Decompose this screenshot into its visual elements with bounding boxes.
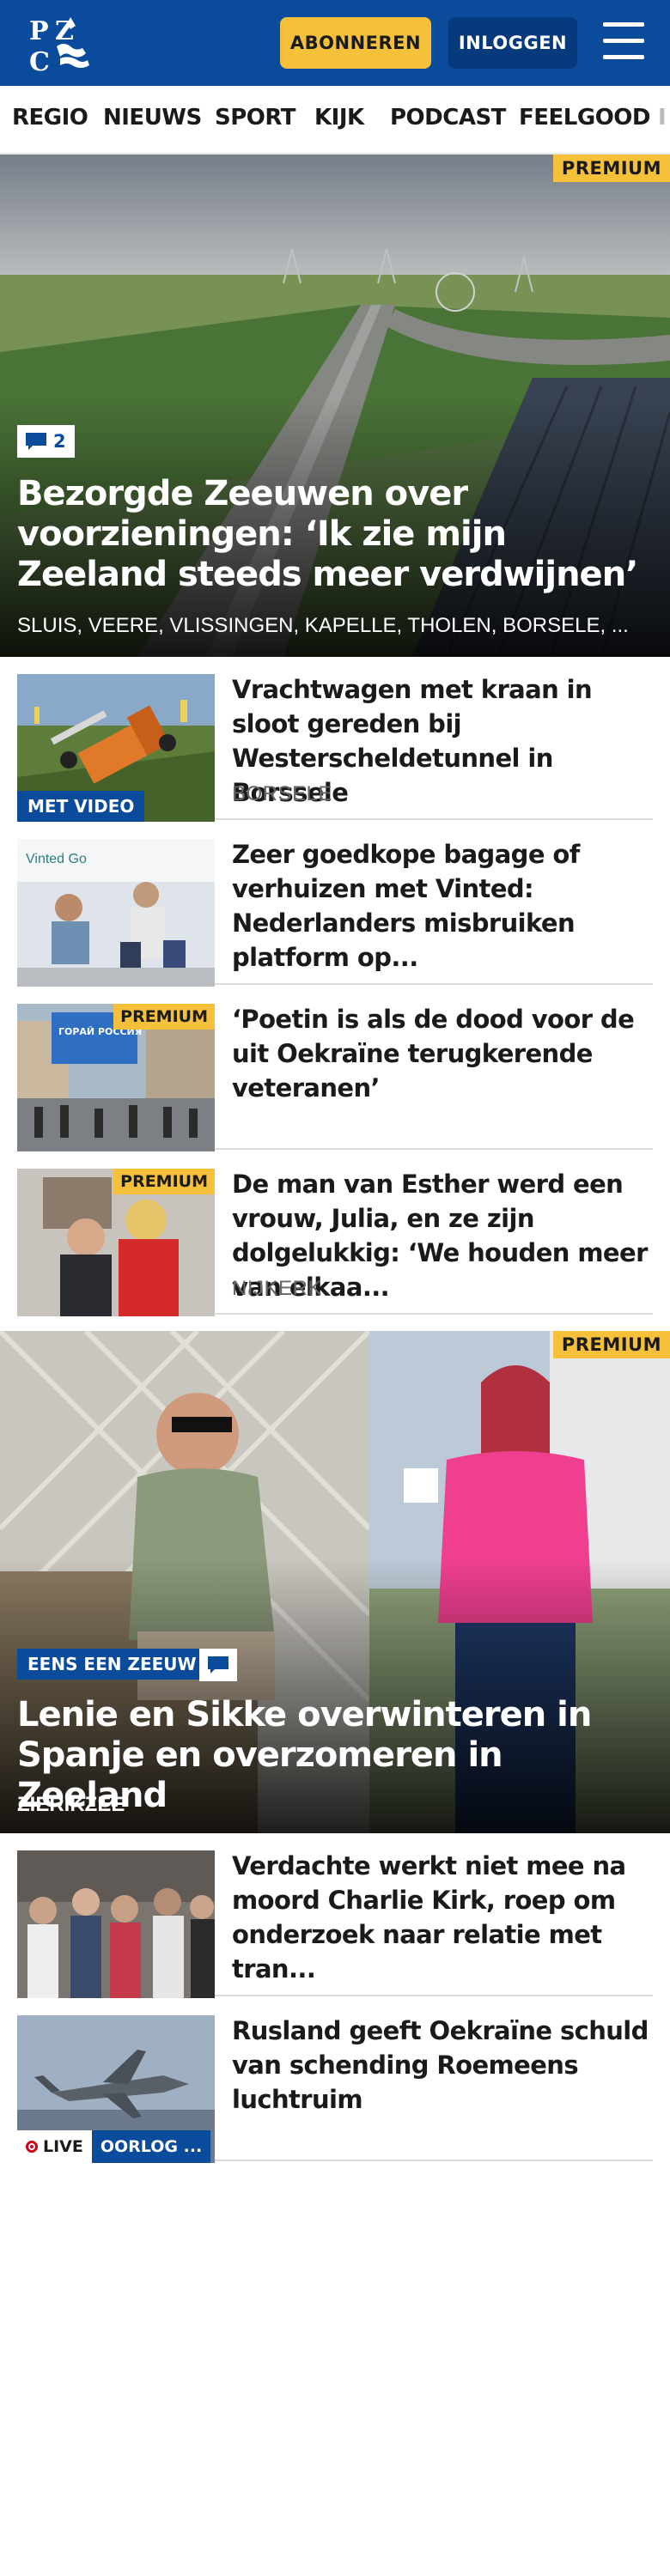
svg-text:C: C [29, 47, 50, 74]
hero-title[interactable]: Bezorgde Zeeuwen over voorzienin­gen: ‘I… [17, 474, 653, 595]
nav-item-overflow[interactable]: I [658, 105, 667, 131]
video-badge: MET VIDEO [17, 791, 145, 822]
list-item[interactable]: MET VIDEO Vrachtwagen met kraan in sloot… [17, 657, 653, 822]
nav-item-podcast[interactable]: PODCAST [390, 105, 506, 131]
hero-location-2: ZIERIKZEE [17, 1793, 125, 1816]
article-title[interactable]: Rusland geeft Oekraïne schuld van schend… [232, 2014, 653, 2117]
article-location: NIJKERK [232, 1277, 322, 1300]
hero-article-2[interactable]: PREMIUM EENS EEN ZEEUW Lenie en Sikke ov… [0, 1331, 670, 1833]
premium-badge: PREMIUM [113, 1169, 215, 1194]
premium-badge: PREMIUM [552, 155, 670, 182]
article-thumbnail [17, 1850, 215, 1998]
svg-text:P: P [29, 16, 49, 46]
nav-item-kijk[interactable]: KIJK [314, 105, 364, 131]
login-button[interactable]: INLOGGEN [448, 17, 577, 69]
list-item[interactable]: PREMIUM De man van Esther werd een vrouw… [17, 1151, 653, 1316]
article-title[interactable]: Verdachte werkt niet mee na moord Charli… [232, 1849, 653, 1986]
nav-item-sport[interactable]: SPORT [215, 105, 295, 131]
nav-item-nieuws[interactable]: NIEUWS [103, 105, 202, 131]
list-item[interactable]: LIVE OORLOG ... Rusland geeft Oekraïne s… [17, 1998, 653, 2163]
premium-badge: PREMIUM [552, 1331, 670, 1358]
comment-icon [208, 1656, 228, 1674]
article-thumbnail: Vinted Go [17, 839, 215, 987]
article-location: BORSELE [232, 782, 332, 805]
nav-item-feelgood[interactable]: FEELGOOD [519, 105, 650, 131]
article-title[interactable]: ‘Poetin is als de dood voor de uit Oekra… [232, 1002, 653, 1105]
hamburger-menu-icon[interactable] [603, 22, 644, 62]
series-tag[interactable]: EENS EEN ZEEUW [17, 1649, 207, 1680]
comment-badge[interactable] [199, 1649, 237, 1681]
comment-icon [26, 433, 46, 450]
premium-badge: PREMIUM [113, 1004, 215, 1030]
article-thumbnail: PREMIUM [17, 1169, 215, 1316]
hero-article[interactable]: PREMIUM 2 Bezorgde Zeeuwen over voorzien… [0, 155, 670, 657]
comment-count: 2 [53, 431, 66, 452]
category-badge: OORLOG ... [91, 2130, 211, 2163]
pzc-logo[interactable]: P Z C [22, 12, 94, 77]
live-indicator: LIVE [17, 2130, 92, 2163]
site-header: P Z C ABONNEREN INLOGGEN [0, 0, 670, 86]
list-item[interactable]: Vinted Go Zeer goedkope bagage of verhui… [17, 822, 653, 987]
section-nav: REGIO NIEUWS SPORT KIJK PODCAST FEELGOOD… [0, 86, 670, 155]
list-item[interactable]: ГОРАЙ РОССИЯ PREMIUM ‘Poetin is als de d… [17, 987, 653, 1151]
article-thumbnail: MET VIDEO [17, 674, 215, 822]
list-item[interactable]: Verdachte werkt niet mee na moord Charli… [17, 1833, 653, 1998]
article-thumbnail: ГОРАЙ РОССИЯ PREMIUM [17, 1004, 215, 1151]
hero-locations: SLUIS, VEERE, VLISSINGEN, KAPELLE, THOLE… [17, 614, 629, 637]
subscribe-button[interactable]: ABONNEREN [280, 17, 431, 69]
article-title[interactable]: Zeer goedkope bagage of verhuizen met Vi… [232, 837, 653, 975]
comment-count-badge[interactable]: 2 [17, 425, 75, 458]
live-badge: LIVE OORLOG ... [17, 2130, 211, 2163]
nav-item-regio[interactable]: REGIO [12, 105, 88, 131]
logo-icon: P Z C [29, 16, 89, 77]
thumb-text: Vinted Go [26, 852, 87, 866]
article-thumbnail: LIVE OORLOG ... [17, 2015, 215, 2163]
live-dot-icon [26, 2141, 38, 2153]
